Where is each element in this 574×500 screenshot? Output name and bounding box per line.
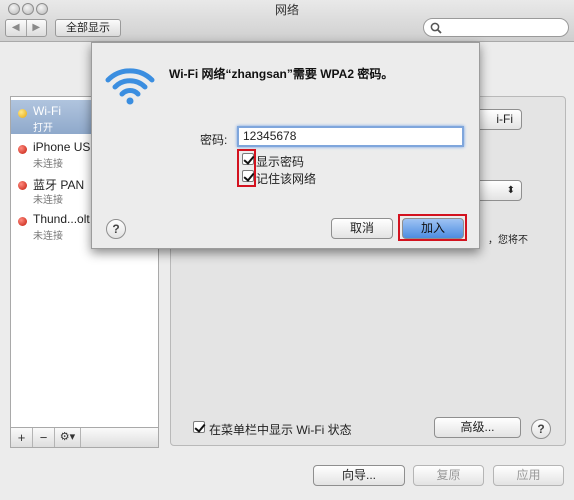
status-indicator-icon <box>18 181 27 190</box>
service-status: 未连接 <box>33 159 63 170</box>
checkbox-highlight-box <box>237 149 256 187</box>
back-arrow-icon[interactable]: ◀ <box>6 20 27 36</box>
password-label: 密码: <box>200 133 228 147</box>
status-indicator-icon <box>18 145 27 154</box>
window-title: 网络 <box>274 3 299 17</box>
back-forward-control[interactable]: ◀ ▶ <box>5 19 47 37</box>
wifi-icon <box>105 68 155 105</box>
show-wifi-status-label: 在菜单栏中显示 Wi-Fi 状态 <box>209 423 352 437</box>
window-titlebar: 网络 ◀ ▶ 全部显示 <box>0 0 574 42</box>
forward-arrow-icon[interactable]: ▶ <box>27 20 47 36</box>
service-status: 未连接 <box>33 195 63 206</box>
service-name: Thund...olt <box>33 212 90 226</box>
popup-stepper-icon: ⬍ <box>506 185 515 196</box>
assist-me-button[interactable]: 向导... <box>313 465 405 486</box>
status-indicator-icon <box>18 109 27 118</box>
show-all-button[interactable]: 全部显示 <box>55 19 121 37</box>
show-password-label: 显示密码 <box>256 155 305 169</box>
wifi-password-sheet: Wi-Fi 网络“zhangsan”需要 WPA2 密码。 密码: 123456… <box>91 42 480 249</box>
advanced-button[interactable]: 高级... <box>434 417 521 438</box>
service-name: iPhone USB <box>33 140 99 154</box>
apply-button[interactable]: 应用 <box>493 465 564 486</box>
info-text-fragment: ，您将不 <box>488 235 528 246</box>
remember-network-label: 记住该网络 <box>256 172 317 186</box>
revert-button[interactable]: 复原 <box>413 465 484 486</box>
add-service-button[interactable]: + <box>11 428 33 447</box>
remove-service-button[interactable]: − <box>33 428 55 447</box>
search-field[interactable] <box>423 18 569 37</box>
service-name: Wi-Fi <box>33 104 61 118</box>
help-icon[interactable]: ? <box>106 219 126 239</box>
service-status: 未连接 <box>33 231 63 242</box>
service-list-toolbar: + − ⚙▾ <box>10 427 159 448</box>
service-status: 打开 <box>33 123 53 134</box>
join-button-highlight-box <box>398 214 467 241</box>
show-wifi-status-checkbox[interactable] <box>193 421 205 433</box>
password-field[interactable]: 12345678 <box>237 126 464 147</box>
search-icon <box>430 22 442 34</box>
network-name-popup[interactable]: ⬍ <box>473 180 522 201</box>
cancel-button[interactable]: 取消 <box>331 218 393 239</box>
sheet-title: Wi-Fi 网络“zhangsan”需要 WPA2 密码。 <box>169 67 394 81</box>
gear-icon[interactable]: ⚙▾ <box>55 428 81 447</box>
help-icon[interactable]: ? <box>531 419 551 439</box>
status-indicator-icon <box>18 217 27 226</box>
